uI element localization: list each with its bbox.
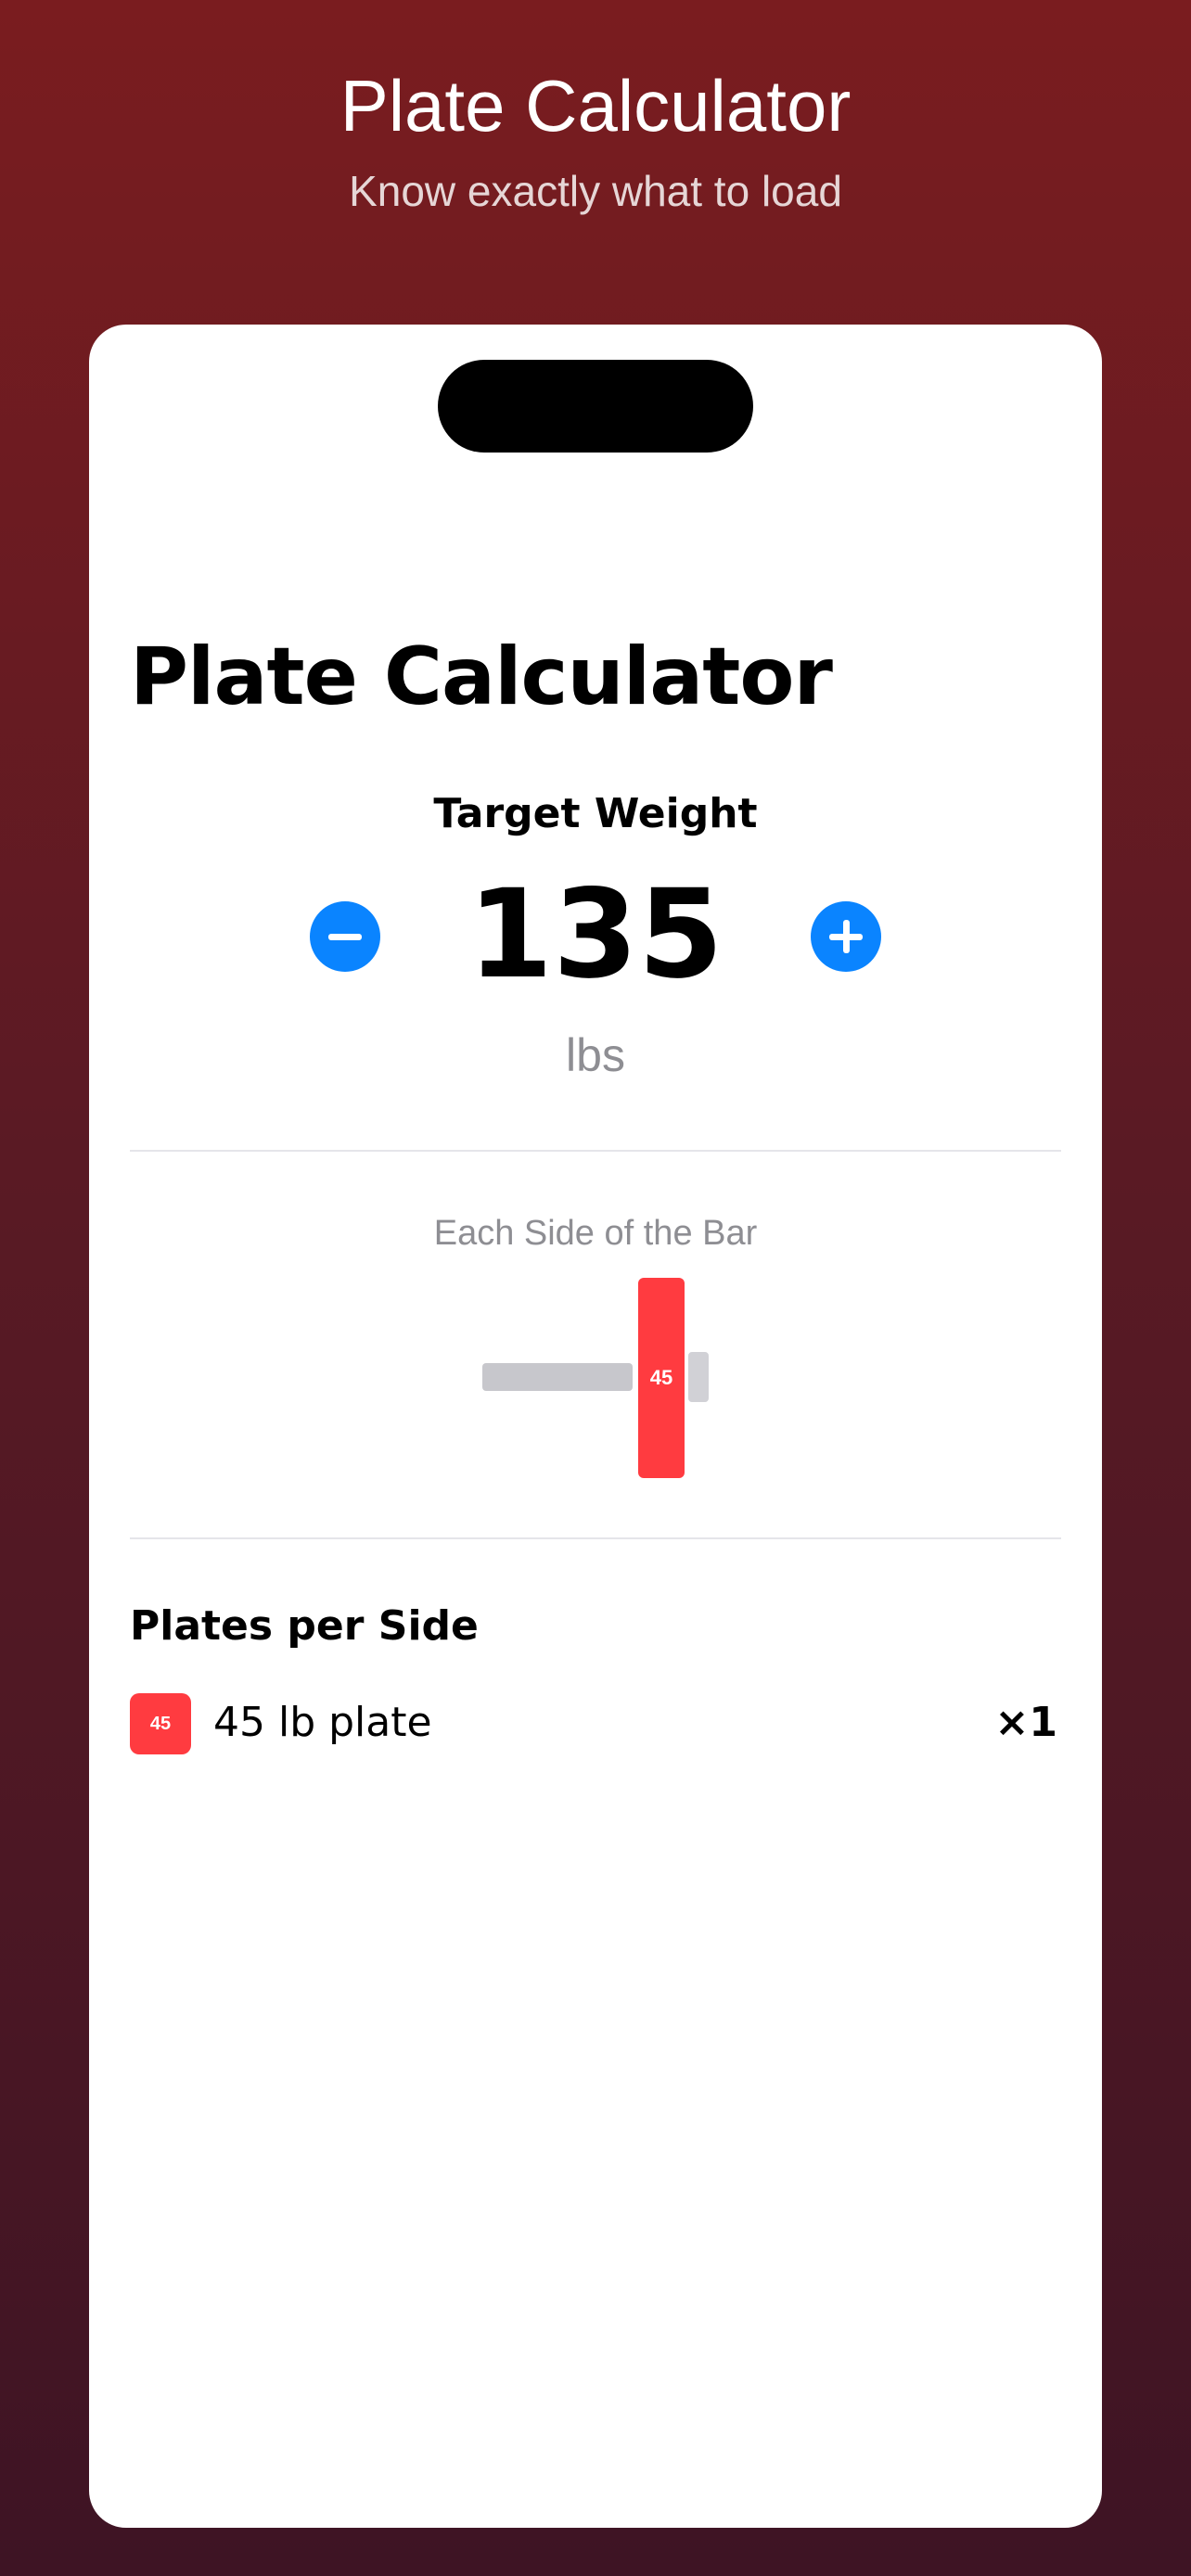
target-weight-label: Target Weight: [433, 790, 758, 837]
barbell-collar: [688, 1352, 709, 1402]
promo-subtitle: Know exactly what to load: [349, 167, 842, 215]
phone-screen: Plate Calculator Target Weight 135 lbs E…: [89, 325, 1102, 2528]
dynamic-island: [438, 360, 753, 453]
target-weight-value: 135: [467, 863, 724, 1006]
page-title: Plate Calculator: [130, 631, 833, 723]
weight-unit-label: lbs: [566, 1029, 625, 1081]
barbell-sleeve: [482, 1363, 633, 1391]
divider: [130, 1537, 1061, 1539]
increment-button[interactable]: [811, 901, 881, 972]
plates-per-side-header: Plates per Side: [130, 1602, 479, 1650]
plate-count: ×1: [994, 1699, 1057, 1746]
list-item: 45 45 lb plate ×1: [130, 1691, 1061, 1754]
plate-name: 45 lb plate: [213, 1699, 432, 1746]
promo-title: Plate Calculator: [339, 65, 852, 147]
bar-visual-caption: Each Side of the Bar: [433, 1214, 758, 1253]
divider: [130, 1150, 1061, 1152]
plate-swatch: 45: [130, 1693, 191, 1754]
bar-plate-45: 45: [638, 1278, 685, 1478]
